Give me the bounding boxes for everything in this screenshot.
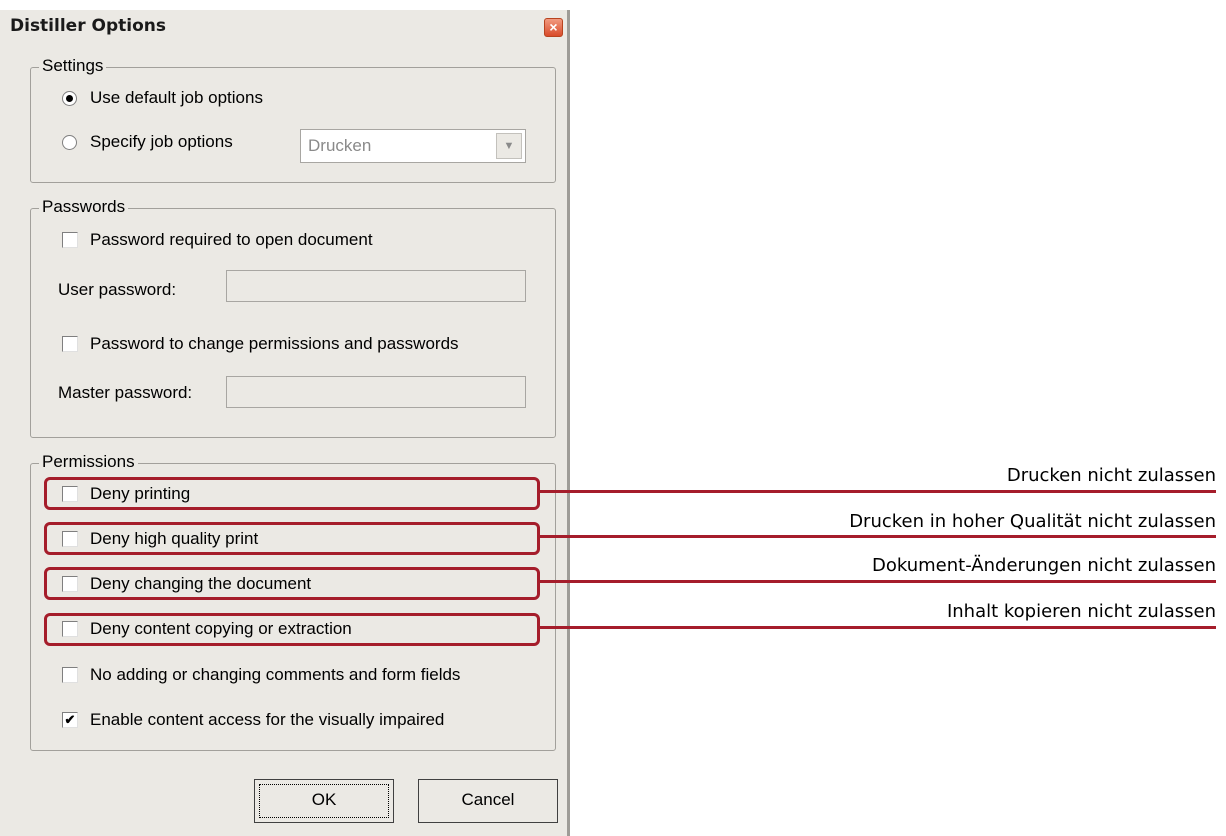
user-password-field[interactable] [226,270,526,302]
permissions-group-label: Permissions [39,452,138,472]
annotation-printing: Drucken nicht zulassen [1006,465,1216,486]
title-bar[interactable]: Distiller Options × [0,10,567,42]
close-icon: × [549,19,558,35]
password-permissions-label[interactable]: Password to change permissions and passw… [90,334,459,354]
annotation-changing: Dokument-Änderungen nicht zulassen [871,555,1216,576]
job-options-value: Drucken [308,136,372,155]
cancel-button[interactable]: Cancel [418,779,558,823]
passwords-group-label: Passwords [39,197,129,217]
no-comments-label[interactable]: No adding or changing comments and form … [90,665,460,685]
enable-access-checkbox[interactable]: ✔ [62,712,78,728]
no-comments-checkbox[interactable] [62,667,78,683]
deny-printing-highlight [44,477,540,510]
distiller-options-dialog: Distiller Options × Settings Use default… [0,10,570,836]
password-open-checkbox[interactable] [62,232,78,248]
password-open-label[interactable]: Password required to open document [90,230,373,250]
enable-access-label[interactable]: Enable content access for the visually i… [90,710,444,730]
annotation-high-quality: Drucken in hoher Qualität nicht zulassen [849,511,1216,532]
use-default-radio[interactable] [62,91,77,106]
job-options-select[interactable]: Drucken ▼ [300,129,526,163]
use-default-label[interactable]: Use default job options [90,88,263,108]
specify-job-options-label[interactable]: Specify job options [90,132,233,152]
master-password-label: Master password: [58,383,193,402]
deny-changing-leader-line [538,580,1216,583]
password-permissions-checkbox[interactable] [62,336,78,352]
deny-copying-highlight [44,613,540,646]
close-button[interactable]: × [544,18,563,37]
deny-high-quality-highlight [44,522,540,555]
annotation-copying: Inhalt kopieren nicht zulassen [946,601,1216,622]
deny-copying-leader-line [538,626,1216,629]
deny-changing-highlight [44,567,540,600]
dialog-title: Distiller Options [10,16,166,36]
settings-group: Settings [30,56,556,183]
ok-button[interactable]: OK [254,779,394,823]
deny-printing-leader-line [538,490,1216,493]
checkmark-icon: ✔ [64,712,76,727]
specify-job-options-radio[interactable] [62,135,77,150]
deny-high-quality-leader-line [538,535,1216,538]
dropdown-arrow-icon[interactable]: ▼ [496,133,522,159]
master-password-field[interactable] [226,376,526,408]
user-password-label: User password: [58,280,177,299]
settings-group-label: Settings [39,56,107,76]
